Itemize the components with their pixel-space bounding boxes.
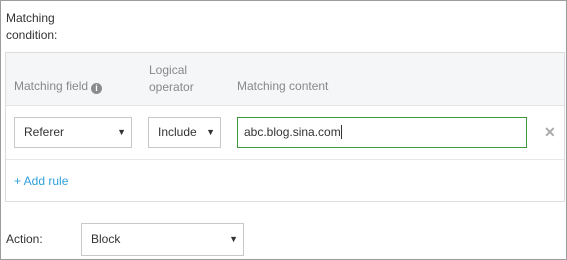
caret-down-icon: ▼	[117, 127, 126, 137]
col-matching-field-label: Matching field	[14, 79, 89, 93]
text-cursor	[340, 125, 342, 139]
help-info-icon[interactable]: i	[91, 83, 103, 94]
col-logical-operator: Logical operator	[149, 63, 194, 94]
rules-table: Matching field i Logical operator Matchin…	[5, 52, 565, 202]
caret-down-icon: ▼	[206, 127, 215, 137]
logical-operator-select[interactable]: Include ▼	[148, 117, 221, 148]
matching-content-input[interactable]: abc.blog.sina.com	[237, 117, 527, 148]
rule-config-panel: Matching condition: Matching field i Logi…	[0, 0, 567, 260]
action-label: Action:	[6, 232, 43, 246]
close-icon[interactable]: ✕	[544, 125, 556, 139]
matching-field-select[interactable]: Referer ▼	[14, 117, 132, 148]
logical-operator-value: Include	[158, 125, 197, 139]
matching-field-value: Referer	[24, 125, 65, 139]
rules-table-header: Matching field i Logical operator Matchin…	[6, 53, 564, 106]
col-matching-content: Matching content	[237, 79, 329, 93]
caret-down-icon: ▼	[229, 234, 238, 244]
col-matching-field: Matching field i	[14, 79, 103, 94]
matching-content-value: abc.blog.sina.com	[244, 125, 341, 139]
action-value: Block	[91, 232, 121, 246]
rule-row: Referer ▼ Include ▼ abc.blog.sina.com ✕	[6, 106, 564, 160]
matching-condition-label: Matching condition:	[6, 11, 58, 42]
add-rule-link[interactable]: + Add rule	[14, 174, 68, 188]
action-select[interactable]: Block ▼	[81, 223, 244, 256]
